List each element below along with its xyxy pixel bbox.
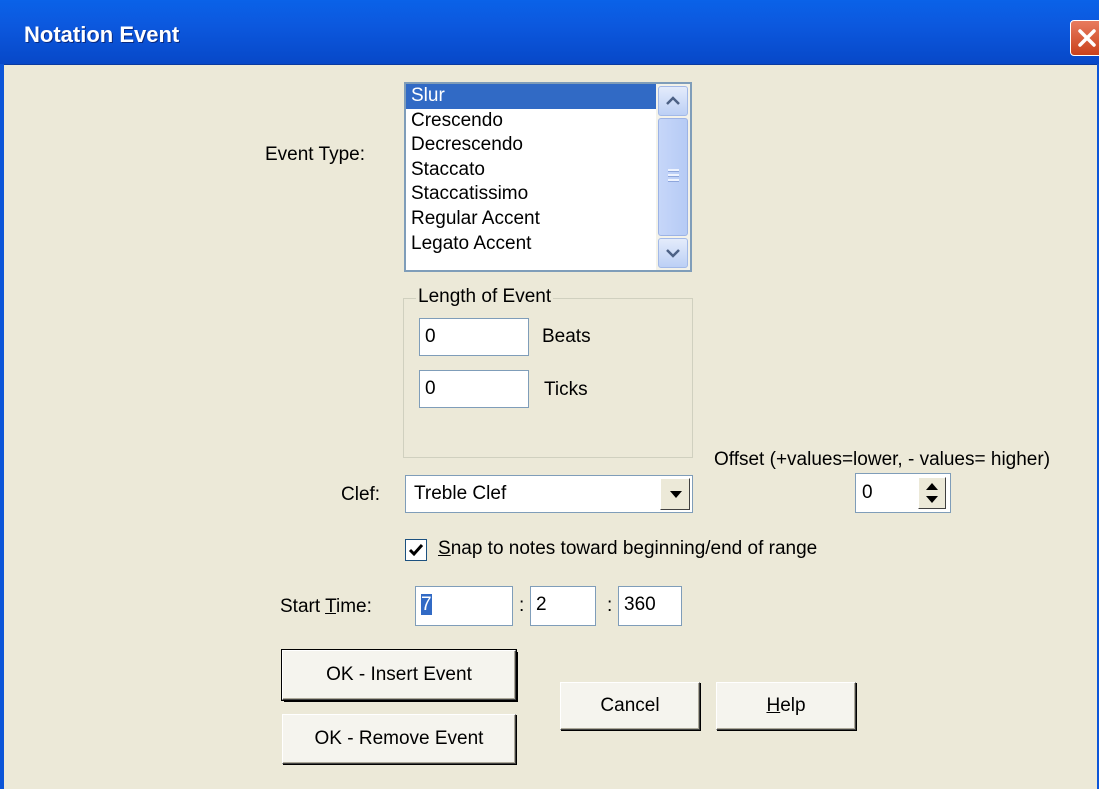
start-time-label-pre: Start	[280, 596, 326, 617]
offset-spin-buttons[interactable]	[918, 477, 946, 509]
ok-remove-event-button[interactable]: OK - Remove Event	[282, 714, 516, 764]
clef-label: Clef:	[341, 484, 381, 505]
event-type-option[interactable]: Slur	[406, 84, 656, 109]
start-time-label-post: ime:	[335, 596, 372, 617]
start-time-tick-input[interactable]: 360	[618, 586, 682, 626]
offset-spinner[interactable]: 0	[855, 473, 951, 513]
ticks-label: Ticks	[544, 379, 588, 400]
cancel-button[interactable]: Cancel	[560, 682, 700, 730]
ok-insert-event-button[interactable]: OK - Insert Event	[282, 650, 516, 700]
checkmark-icon	[408, 544, 424, 557]
event-type-option[interactable]: Staccato	[406, 158, 656, 183]
snap-label-mnemonic: S	[438, 538, 451, 559]
event-type-option[interactable]: Staccatissimo	[406, 182, 656, 207]
close-button[interactable]	[1070, 20, 1099, 56]
snap-label[interactable]: Snap to notes toward beginning/end of ra…	[438, 538, 817, 560]
offset-value[interactable]: 0	[862, 482, 873, 504]
start-time-label-mnemonic: T	[325, 596, 336, 617]
start-time-bar-input[interactable]: 7	[415, 586, 513, 626]
clef-selected-value: Treble Clef	[414, 483, 507, 504]
help-button-mnemonic: H	[766, 695, 781, 716]
scroll-up-button[interactable]	[658, 86, 688, 116]
help-button[interactable]: Help	[716, 682, 856, 730]
window-title: Notation Event	[24, 22, 180, 47]
event-type-option[interactable]: Regular Accent	[406, 207, 656, 232]
title-bar: Notation Event	[0, 0, 1099, 65]
clef-dropdown-button[interactable]	[660, 478, 690, 510]
snap-checkbox[interactable]	[405, 539, 427, 561]
scroll-up-arrow-icon	[666, 96, 680, 105]
event-type-listbox[interactable]: Slur Crescendo Decrescendo Staccato Stac…	[404, 82, 692, 272]
start-time-separator: :	[519, 595, 525, 616]
beats-label: Beats	[542, 326, 591, 347]
start-time-separator: :	[607, 595, 613, 616]
start-time-bar-value: 7	[421, 594, 432, 615]
spin-up-down-icon	[926, 483, 938, 503]
scroll-thumb[interactable]	[658, 118, 688, 236]
start-time-beat-input[interactable]: 2	[530, 586, 596, 626]
snap-label-text: nap to notes toward beginning/end of ran…	[450, 538, 818, 559]
ticks-input[interactable]: 0	[419, 370, 529, 408]
event-type-label: Event Type:	[265, 144, 365, 165]
clef-dropdown[interactable]: Treble Clef	[405, 475, 693, 513]
event-type-option[interactable]: Decrescendo	[406, 133, 656, 158]
close-icon	[1078, 29, 1096, 47]
dropdown-arrow-icon	[670, 491, 682, 498]
beats-input[interactable]: 0	[419, 318, 529, 356]
scroll-down-arrow-icon	[666, 249, 680, 258]
length-of-event-title: Length of Event	[416, 286, 554, 308]
offset-label: Offset (+values=lower, - values= higher)	[714, 449, 1051, 470]
event-type-scrollbar[interactable]	[656, 84, 690, 270]
event-type-option[interactable]: Crescendo	[406, 109, 656, 134]
start-time-label: Start Time:	[280, 596, 372, 618]
help-button-text: elp	[780, 695, 806, 716]
event-type-option[interactable]: Legato Accent	[406, 232, 656, 257]
scroll-down-button[interactable]	[658, 238, 688, 268]
window-border-left	[0, 64, 4, 789]
